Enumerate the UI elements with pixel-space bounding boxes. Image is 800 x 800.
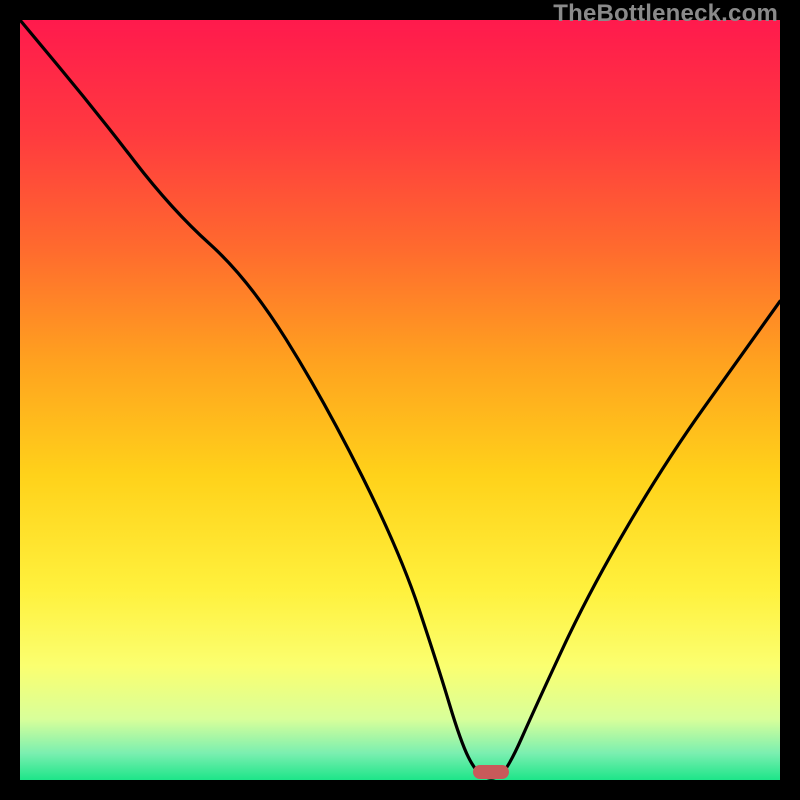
optimal-marker xyxy=(473,765,509,779)
plot-area xyxy=(20,20,780,780)
chart-frame: TheBottleneck.com xyxy=(0,0,800,800)
bottleneck-curve xyxy=(20,20,780,780)
watermark-text: TheBottleneck.com xyxy=(553,0,778,28)
